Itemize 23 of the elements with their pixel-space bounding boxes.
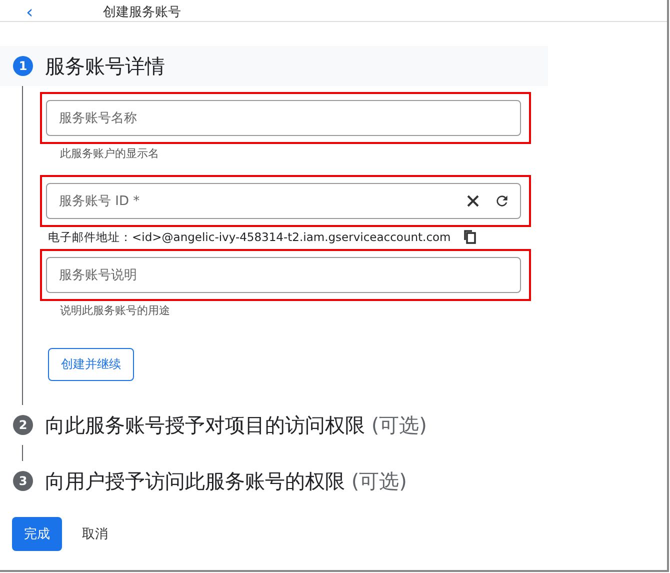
text-field[interactable]: 服务账号说明: [46, 257, 521, 293]
step-number: 3: [13, 471, 33, 491]
step-number: 2: [13, 415, 33, 435]
field-hint: 此服务账户的显示名: [60, 146, 160, 161]
input-field[interactable]: 服务账号说明: [57, 266, 510, 284]
done-button[interactable]: 完成: [12, 517, 62, 551]
input-field[interactable]: 服务账号 ID *: [57, 192, 452, 210]
copy-icon[interactable]: [462, 229, 477, 245]
field-hint: 说明此服务账号的用途: [60, 303, 171, 318]
text-field[interactable]: 服务账号 ID *: [46, 183, 521, 219]
page-title: 创建服务账号: [103, 5, 182, 21]
back-icon[interactable]: ‹: [26, 5, 34, 21]
email-address: 电子邮件地址：<id>@angelic-ivy-458314-t2.iam.gserviceaccount.com: [48, 230, 451, 244]
step-title: 向此服务账号授予对项目的访问权限 (可选): [45, 412, 427, 438]
refresh-icon[interactable]: [494, 193, 510, 209]
step-number: 1: [13, 56, 33, 76]
create-continue-button[interactable]: 创建并继续: [48, 348, 134, 381]
input-field[interactable]: 服务账号名称: [57, 110, 510, 126]
close-icon[interactable]: [466, 194, 480, 208]
step-title: 服务账号详情: [45, 52, 165, 80]
text-field[interactable]: 服务账号名称: [46, 100, 521, 136]
cancel-button[interactable]: 取消: [70, 517, 120, 551]
step-title: 向用户授予访问此服务账号的权限 (可选): [45, 468, 407, 494]
